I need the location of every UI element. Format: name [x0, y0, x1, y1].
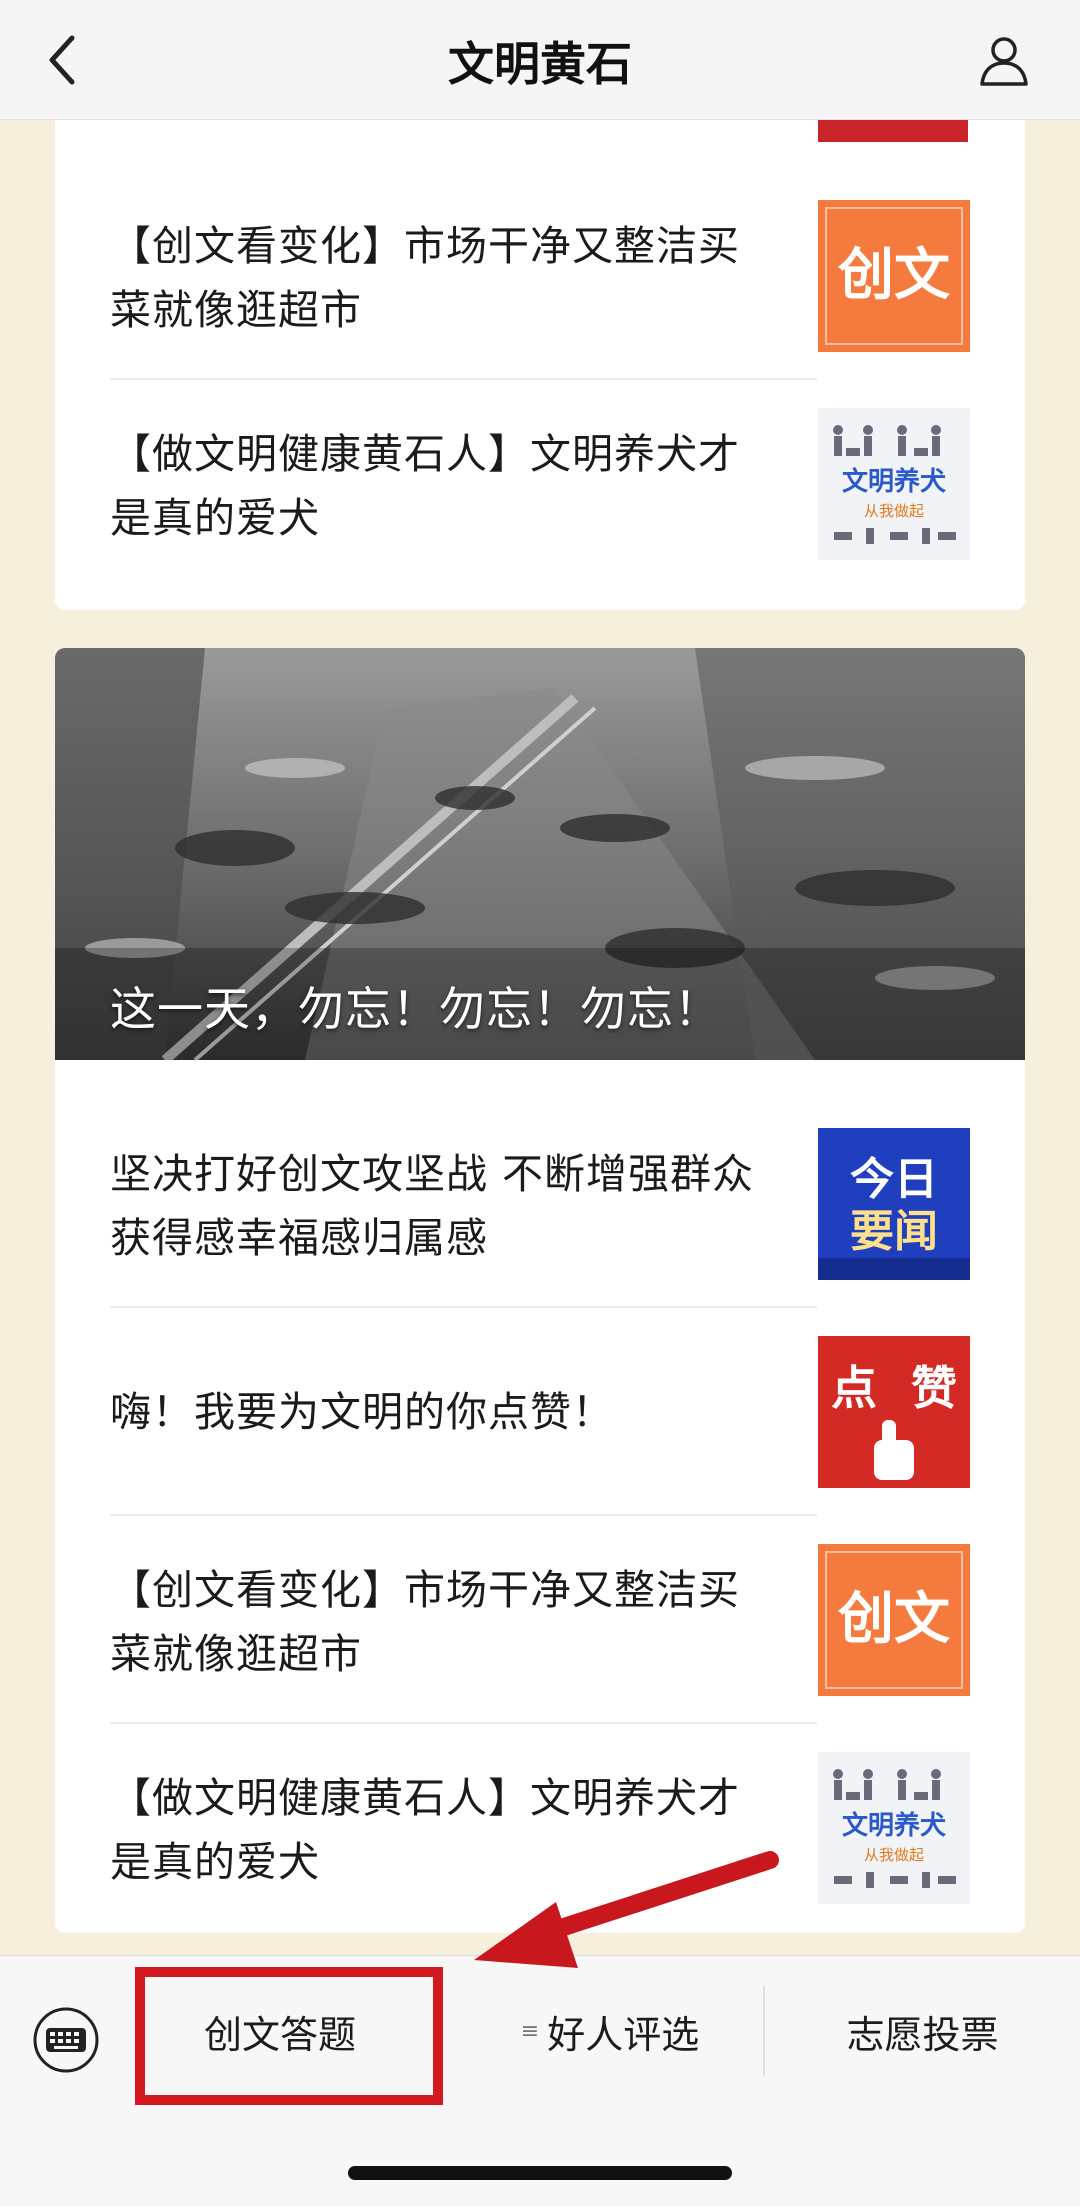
thumbnail-text: 赞	[911, 1361, 957, 1415]
nav-bar: 文明黄石	[0, 0, 1080, 120]
thumbnail-text: 文明养犬	[842, 466, 947, 497]
hero-caption: 这一天，勿忘！勿忘！勿忘！	[110, 982, 721, 1036]
thumbnail-like: 点 赞	[818, 1336, 970, 1488]
list-item[interactable]: 【创文看变化】市场干净又整洁买菜就像逛超市 创文	[55, 172, 970, 380]
list-item[interactable]: 嗨！我要为文明的你点赞！ 点 赞	[55, 1308, 970, 1516]
thumbnail-dog: 文明养犬 从我做起	[818, 408, 970, 560]
menu-item-volunteer-vote[interactable]: 志愿投票	[765, 1956, 1080, 2106]
thumbnail-text: 要闻	[850, 1206, 938, 1257]
thumbnail-subtext: 从我做起	[864, 1846, 924, 1864]
thumbnail-text: 点	[831, 1361, 877, 1415]
thumbnail-text: 文明养犬	[842, 1810, 947, 1841]
list-item[interactable]: 【创文看变化】市场干净又整洁买菜就像逛超市 创文	[55, 1516, 970, 1724]
article-title: 【创文看变化】市场干净又整洁买菜就像逛超市	[110, 1566, 740, 1678]
thumbnail-dog: 文明养犬 从我做起	[818, 1752, 970, 1904]
keyboard-icon[interactable]	[32, 2006, 100, 2074]
thumbnail-chuangwen: 创文	[818, 1544, 970, 1696]
page-title: 文明黄石	[448, 37, 632, 91]
highlight-box	[135, 1967, 443, 2105]
thumbnail-chuangwen: 创文	[818, 200, 970, 352]
thumbnail-text: 今日	[850, 1154, 938, 1205]
article-title: 嗨！我要为文明的你点赞！	[110, 1388, 614, 1436]
article-title: 【创文看变化】市场干净又整洁买菜就像逛超市	[110, 222, 740, 334]
article-title: 【做文明健康黄石人】文明养犬才是真的爱犬	[110, 430, 740, 542]
hero-banner[interactable]: 这一天，勿忘！勿忘！勿忘！	[55, 648, 1025, 1060]
list-item[interactable]: 【做文明健康黄石人】文明养犬才是真的爱犬 文明养犬 从我做起	[55, 380, 970, 588]
thumbnail-subtext: 从我做起	[864, 502, 924, 520]
submenu-icon: ≡	[520, 2018, 540, 2044]
thumbnail-text: 创文	[838, 243, 950, 308]
thumbnail-text: 创文	[838, 1587, 950, 1652]
annotation-arrow-icon	[474, 1851, 779, 1968]
menu-item-label: 好人评选	[547, 2012, 700, 2057]
cut-off-thumbnail	[818, 120, 968, 142]
list-item[interactable]: 坚决打好创文攻坚战 不断增强群众获得感幸福感归属感 今日 要闻	[55, 1100, 970, 1308]
user-profile-icon[interactable]	[976, 32, 1032, 88]
article-title: 坚决打好创文攻坚战 不断增强群众获得感幸福感归属感	[110, 1150, 755, 1262]
home-indicator[interactable]	[348, 2166, 732, 2180]
thumbnail-news: 今日 要闻	[818, 1128, 970, 1280]
